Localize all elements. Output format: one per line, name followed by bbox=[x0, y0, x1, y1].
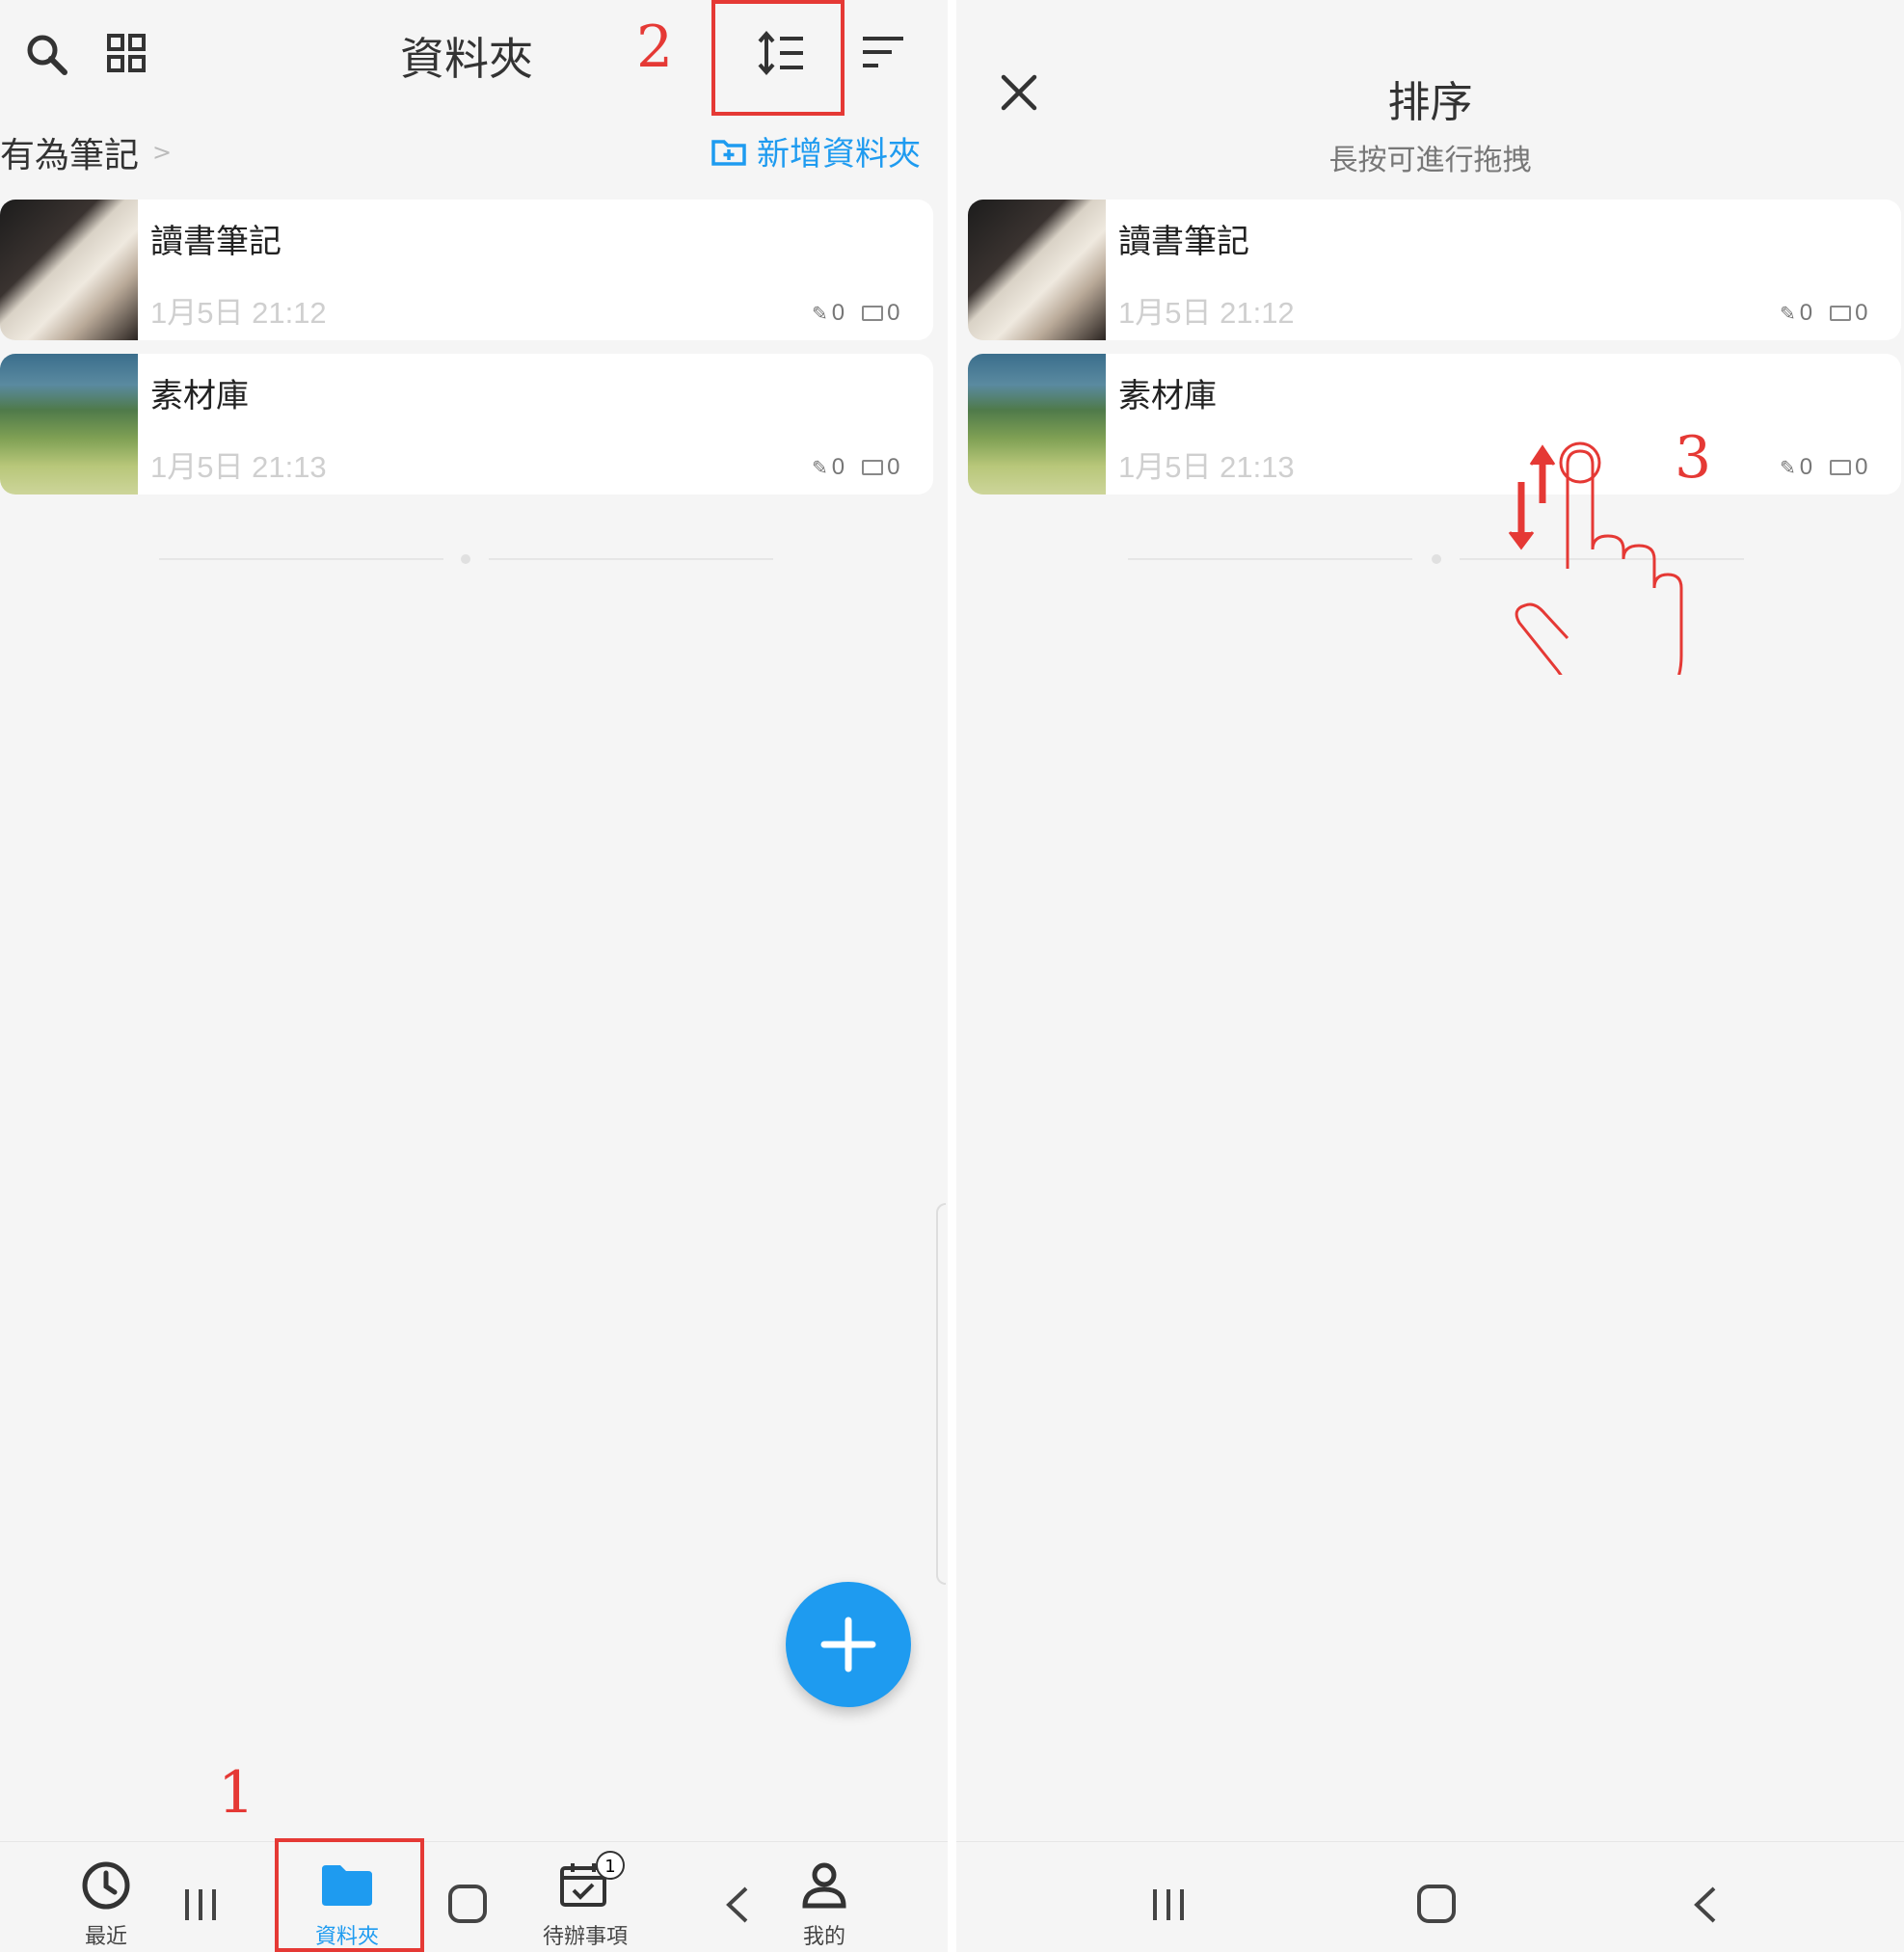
system-home-icon[interactable] bbox=[1417, 1885, 1456, 1923]
add-button[interactable] bbox=[786, 1582, 911, 1707]
sort-screen: 排序 長按可進行拖拽 讀書筆記 1月5日 21:12 ✎ 0 0 素材庫 1月5日… bbox=[956, 0, 1904, 1952]
breadcrumb[interactable]: 有為筆記 > bbox=[0, 127, 172, 177]
folder-date: 1月5日 21:13 bbox=[150, 450, 327, 484]
nav-label: 最近 bbox=[84, 1925, 127, 1949]
system-recents-icon[interactable] bbox=[181, 1887, 220, 1922]
paperclip-icon: ✎ bbox=[812, 457, 828, 479]
search-icon[interactable] bbox=[23, 31, 69, 77]
sort-title: 排序 bbox=[1387, 78, 1473, 127]
list-end-divider bbox=[489, 558, 773, 560]
nav-label: 待辦事項 bbox=[542, 1925, 628, 1949]
folders-screen: 資料夾 有為筆記 > 新增資料夾 讀書筆記 1月5日 21:12 ✎ 0 0 素材… bbox=[0, 0, 948, 1952]
annotation-step-2: 2 bbox=[636, 13, 674, 81]
annotation-box-folders-tab bbox=[275, 1838, 424, 1952]
scrollbar[interactable] bbox=[936, 1203, 946, 1585]
folder-outline-icon bbox=[1830, 460, 1852, 475]
person-icon bbox=[802, 1862, 846, 1909]
folder-name: 素材庫 bbox=[150, 377, 249, 415]
notification-badge: 1 bbox=[596, 1851, 625, 1880]
breadcrumb-separator: > bbox=[152, 139, 173, 166]
page-title: 資料夾 bbox=[400, 33, 533, 85]
subfolder-count: 0 bbox=[887, 454, 900, 480]
list-end-divider bbox=[159, 558, 443, 560]
folder-counts: ✎ 0 0 bbox=[812, 454, 899, 481]
sortable-folder-card[interactable]: 讀書筆記 1月5日 21:12 ✎ 0 0 bbox=[968, 200, 1901, 340]
new-folder-button[interactable]: 新增資料夾 bbox=[711, 127, 921, 174]
nav-label: 我的 bbox=[802, 1925, 845, 1949]
subfolder-count: 0 bbox=[1855, 300, 1868, 326]
sort-icon[interactable] bbox=[861, 33, 905, 71]
breadcrumb-root[interactable]: 有為筆記 bbox=[0, 127, 139, 177]
system-home-icon[interactable] bbox=[448, 1885, 487, 1923]
attachment-count: 0 bbox=[1799, 300, 1813, 326]
folder-date: 1月5日 21:12 bbox=[1118, 296, 1295, 330]
book-thumbnail bbox=[968, 200, 1106, 340]
folder-add-icon bbox=[711, 136, 747, 167]
book-thumbnail bbox=[0, 200, 138, 340]
sortable-folder-card[interactable]: 素材庫 1月5日 21:13 ✎ 0 0 bbox=[968, 354, 1901, 495]
nav-recent[interactable]: 最近 bbox=[67, 1856, 145, 1949]
paperclip-icon: ✎ bbox=[1780, 457, 1796, 479]
new-folder-label: 新增資料夾 bbox=[757, 135, 921, 174]
drag-gesture-icon bbox=[1487, 424, 1689, 706]
folder-name: 素材庫 bbox=[1118, 377, 1217, 415]
system-back-icon[interactable] bbox=[1691, 1885, 1720, 1925]
folder-name: 讀書筆記 bbox=[1118, 223, 1249, 261]
folder-outline-icon bbox=[862, 306, 884, 321]
folder-card[interactable]: 讀書筆記 1月5日 21:12 ✎ 0 0 bbox=[0, 200, 933, 340]
nav-todo[interactable]: 1 待辦事項 bbox=[532, 1851, 638, 1949]
list-end-divider bbox=[1128, 558, 1412, 560]
folder-outline-icon bbox=[862, 460, 884, 475]
folder-card[interactable]: 素材庫 1月5日 21:13 ✎ 0 0 bbox=[0, 354, 933, 495]
grid-icon[interactable] bbox=[106, 33, 148, 75]
plus-icon bbox=[820, 1617, 876, 1672]
folder-name: 讀書筆記 bbox=[150, 223, 282, 261]
landscape-thumbnail bbox=[0, 354, 138, 495]
annotation-step-1: 1 bbox=[218, 1759, 255, 1827]
subfolder-count: 0 bbox=[887, 300, 900, 326]
folder-date: 1月5日 21:12 bbox=[150, 296, 327, 330]
list-end-dot bbox=[461, 554, 470, 564]
system-recents-icon[interactable] bbox=[1149, 1887, 1188, 1922]
folder-counts: ✎ 0 0 bbox=[812, 300, 899, 327]
nav-me[interactable]: 我的 bbox=[786, 1856, 863, 1949]
landscape-thumbnail bbox=[968, 354, 1106, 495]
annotation-box-reorder bbox=[711, 0, 845, 116]
folder-outline-icon bbox=[1830, 306, 1852, 321]
folder-counts: ✎ 0 0 bbox=[1780, 300, 1867, 327]
list-end-dot bbox=[1432, 554, 1441, 564]
clock-icon bbox=[82, 1861, 130, 1910]
folder-date: 1月5日 21:13 bbox=[1118, 450, 1295, 484]
attachment-count: 0 bbox=[831, 300, 845, 326]
paperclip-icon: ✎ bbox=[812, 303, 828, 325]
folder-counts: ✎ 0 0 bbox=[1780, 454, 1867, 481]
attachment-count: 0 bbox=[831, 454, 845, 480]
annotation-step-3: 3 bbox=[1675, 424, 1712, 492]
sort-subtitle: 長按可進行拖拽 bbox=[1328, 144, 1532, 177]
attachment-count: 0 bbox=[1799, 454, 1813, 480]
subfolder-count: 0 bbox=[1855, 454, 1868, 480]
paperclip-icon: ✎ bbox=[1780, 303, 1796, 325]
system-back-icon[interactable] bbox=[723, 1885, 752, 1925]
